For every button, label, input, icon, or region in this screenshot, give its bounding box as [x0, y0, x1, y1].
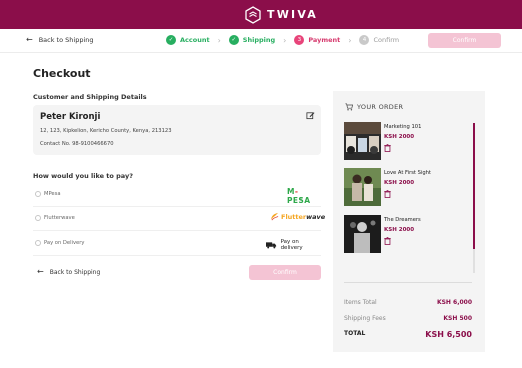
back-to-shipping-link[interactable]: ← Back to Shipping: [26, 35, 94, 45]
logo-icon: [245, 5, 261, 24]
back-label: Back to Shipping: [49, 268, 101, 276]
back-to-shipping-button[interactable]: ← Back to Shipping: [37, 268, 100, 276]
payment-label: Pay on Delivery: [44, 240, 85, 246]
page-title: Checkout: [33, 67, 91, 80]
item-price: KSH 2000: [384, 180, 415, 186]
item-thumbnail[interactable]: [344, 122, 381, 160]
brand-name: TWIVA: [267, 8, 319, 21]
order-summary-panel: YOUR ORDER Marketing 101 KSH 2000 Love A…: [333, 91, 485, 352]
address-line: 12, 123, Kipkelion, Kericho County, Keny…: [40, 128, 172, 134]
delivery-truck-icon: [266, 242, 277, 249]
payment-option-pay-on-delivery[interactable]: Pay on Delivery Pay on delivery: [33, 232, 321, 256]
payment-option-flutterwave[interactable]: Flutterwave Flutterwave: [33, 207, 325, 231]
order-item: Marketing 101 KSH 2000: [344, 122, 464, 160]
payment-label: Flutterwave: [44, 215, 75, 221]
trash-icon[interactable]: [384, 144, 391, 152]
item-thumbnail[interactable]: [344, 168, 381, 206]
pay-on-delivery-logo: Pay on delivery: [266, 239, 321, 251]
mpesa-logo: M-PESA: [287, 187, 311, 205]
flutterwave-logo: Flutterwave: [270, 212, 325, 221]
item-title: Marketing 101: [384, 124, 422, 130]
flutterwave-icon: [270, 212, 279, 221]
chevron-right-icon: ›: [283, 35, 287, 45]
customer-name: Peter Kironji: [40, 112, 101, 122]
radio-button[interactable]: [35, 215, 41, 221]
chevron-right-icon: ›: [348, 35, 352, 45]
back-label: Back to Shipping: [38, 36, 94, 44]
contact-number: Contact No. 98-9100466670: [40, 141, 114, 147]
confirm-button-top[interactable]: Confirm: [428, 33, 501, 48]
section-title: Customer and Shipping Details: [33, 93, 147, 101]
pay-on-delivery-text: Pay on delivery: [280, 239, 303, 251]
mpesa-logo-sub: M: [299, 197, 303, 201]
order-item: The Dreamers KSH 2000: [344, 215, 464, 253]
check-icon: ✓: [228, 35, 239, 45]
trash-icon[interactable]: [384, 237, 391, 245]
trash-icon[interactable]: [384, 190, 391, 198]
totals-divider: [344, 282, 472, 283]
cart-icon: [345, 103, 353, 111]
items-total-label: Items Total: [344, 299, 377, 306]
arrow-left-icon: ←: [26, 35, 33, 44]
shipping-fees-label: Shipping Fees: [344, 315, 386, 322]
step-confirm[interactable]: 4 Confirm: [359, 35, 399, 45]
radio-button[interactable]: [35, 191, 41, 197]
edit-icon[interactable]: [306, 111, 315, 120]
shipping-fees-value: KSH 500: [443, 315, 472, 322]
step-number: 3: [294, 35, 305, 45]
checkout-steps: ✓ Account › ✓ Shipping › 3 Payment › 4 C…: [166, 35, 399, 45]
payment-option-mpesa[interactable]: MPesa M-PESA M: [33, 183, 321, 207]
step-account[interactable]: ✓ Account: [166, 35, 210, 45]
arrow-left-icon: ←: [37, 267, 44, 276]
order-total-label: TOTAL: [344, 330, 366, 337]
step-shipping[interactable]: ✓ Shipping: [228, 35, 276, 45]
check-icon: ✓: [166, 35, 176, 45]
item-price: KSH 2000: [384, 134, 415, 140]
order-total-value: KSH 6,500: [425, 330, 472, 339]
address-card: Peter Kironji 12, 123, Kipkelion, Kerich…: [33, 105, 321, 155]
order-heading-text: YOUR ORDER: [357, 103, 404, 111]
confirm-button[interactable]: Confirm: [249, 265, 321, 280]
item-title: The Dreamers: [384, 217, 421, 223]
step-payment[interactable]: 3 Payment: [294, 35, 340, 45]
step-number: 4: [359, 35, 370, 45]
top-navbar: TWIVA: [0, 0, 522, 29]
item-thumbnail[interactable]: [344, 215, 381, 253]
step-label: Account: [180, 36, 210, 44]
order-heading: YOUR ORDER: [345, 103, 403, 111]
item-price: KSH 2000: [384, 227, 415, 233]
radio-button[interactable]: [35, 240, 41, 246]
payment-title: How would you like to pay?: [33, 172, 133, 180]
step-label: Payment: [308, 36, 341, 44]
item-title: Love At First Sight: [384, 170, 431, 176]
payment-label: MPesa: [44, 191, 61, 197]
items-total-value: KSH 6,000: [436, 299, 472, 306]
brand-logo[interactable]: TWIVA: [244, 5, 318, 24]
order-scrollbar-thumb[interactable]: [473, 123, 475, 249]
step-label: Shipping: [242, 36, 276, 44]
chevron-right-icon: ›: [217, 35, 221, 45]
order-item: Love At First Sight KSH 2000: [344, 168, 464, 206]
step-label: Confirm: [373, 36, 400, 44]
